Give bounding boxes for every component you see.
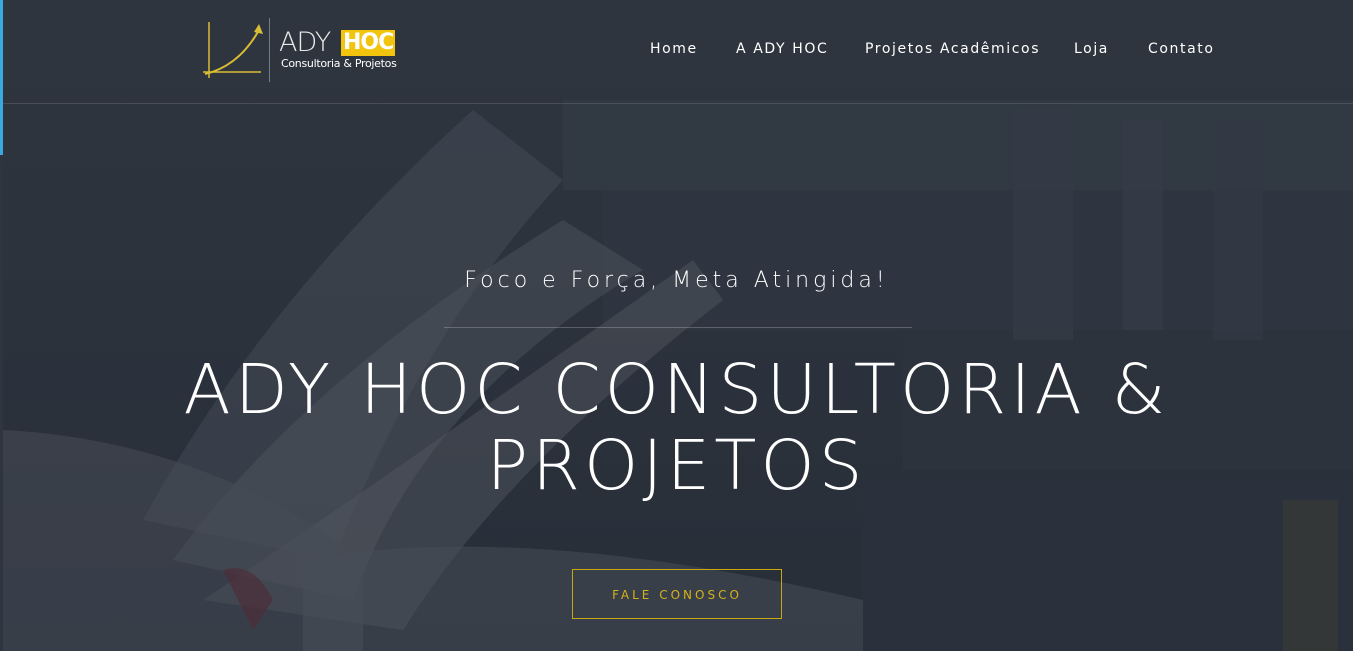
site-header: ADY HOC Consultoria & Projetos Home A AD… xyxy=(3,0,1353,104)
brand-logo[interactable]: ADY HOC Consultoria & Projetos xyxy=(199,16,409,82)
growth-chart-icon xyxy=(203,22,263,78)
hero-title: ADY HOC CONSULTORIA & PROJETOS xyxy=(183,350,1170,506)
nav-item-shop[interactable]: Loja xyxy=(1074,41,1109,57)
brand-name-ady: ADY xyxy=(279,27,331,58)
logo-divider xyxy=(269,18,270,82)
hero-tagline: Foco e Força, Meta Atingida! xyxy=(464,268,889,293)
contact-us-button[interactable]: FALE CONOSCO xyxy=(572,569,782,619)
nav-item-academic-projects[interactable]: Projetos Acadêmicos xyxy=(865,41,1040,57)
brand-subtitle: Consultoria & Projetos xyxy=(281,57,397,70)
brand-name-hoc: HOC xyxy=(341,30,396,56)
nav-item-home[interactable]: Home xyxy=(650,41,698,57)
page: ADY HOC Consultoria & Projetos Home A AD… xyxy=(0,0,1353,651)
hero-divider xyxy=(444,327,912,328)
nav-item-contact[interactable]: Contato xyxy=(1148,41,1215,57)
nav-item-about[interactable]: A ADY HOC xyxy=(736,41,828,57)
